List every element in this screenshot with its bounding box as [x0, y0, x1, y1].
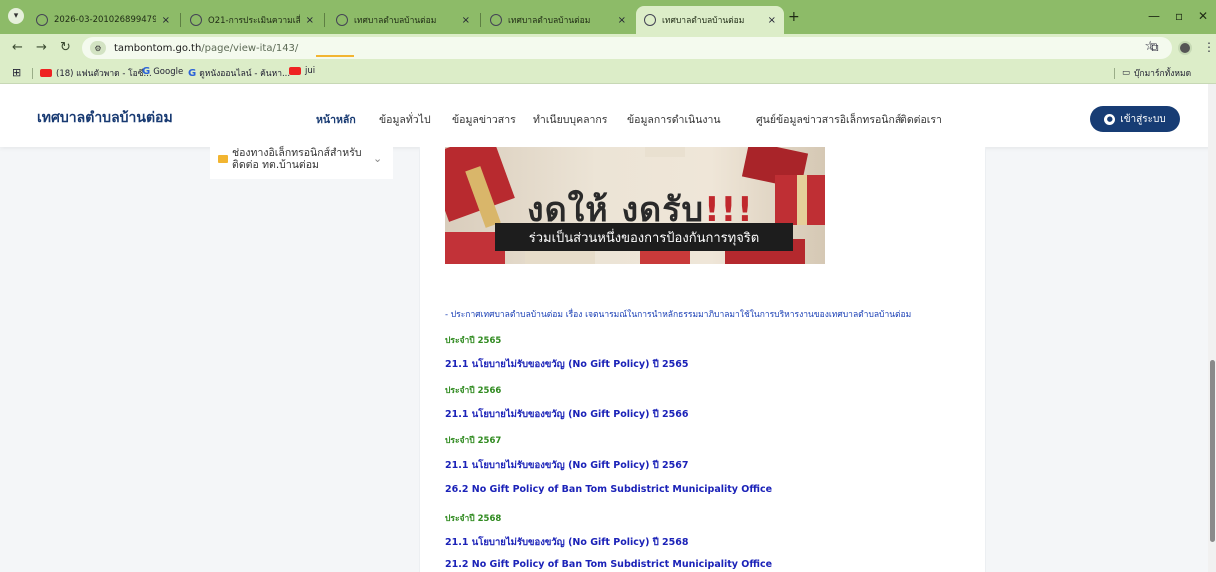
back-button[interactable]: ←: [12, 40, 23, 55]
document-link[interactable]: 26.2 No Gift Policy of Ban Tom Subdistri…: [445, 484, 772, 495]
nav-general-info[interactable]: ข้อมูลทั่วไป: [379, 111, 431, 128]
bookmark-item[interactable]: G Google: [142, 66, 183, 77]
tab-search-icon[interactable]: ▾: [8, 8, 24, 24]
google-icon: G: [142, 66, 151, 77]
nav-contact[interactable]: ติดต่อเรา: [900, 111, 942, 128]
nav-operations[interactable]: ข้อมูลการดำเนินงาน: [627, 111, 721, 128]
restore-button[interactable]: ▫: [1175, 9, 1183, 23]
bookmark-label: (18) แฟนตัวพาด - โอซี...: [56, 69, 152, 79]
nav-news[interactable]: ข้อมูลข่าวสาร: [452, 111, 516, 128]
chevron-down-icon[interactable]: ⌄: [373, 152, 382, 165]
bookmark-label: ดูหนังออนไลน์ - ค้นหา...: [199, 69, 291, 79]
browser-tab-1[interactable]: 2026-03-201026899479.pdf ×: [28, 6, 178, 34]
bookmark-label: jui: [305, 66, 316, 76]
nav-info-center[interactable]: ศูนย์ข้อมูลข่าวสารอิเล็กทรอนิกส์: [756, 111, 901, 128]
bookmark-divider: [32, 68, 33, 79]
close-icon[interactable]: ×: [462, 15, 470, 26]
site-brand[interactable]: เทศบาลตำบลบ้านต่อม: [37, 107, 173, 129]
document-link[interactable]: 21.1 นโยบายไม่รับของขวัญ (No Gift Policy…: [445, 535, 689, 550]
year-heading: ประจำปี 2565: [445, 336, 502, 346]
all-bookmarks-button[interactable]: ▭ บุ๊กมาร์กทั้งหมด: [1122, 66, 1191, 80]
browser-tab-2[interactable]: O21-การประเมินความเสี่ยงการทุจริต ×: [182, 6, 322, 34]
site-header: เทศบาลตำบลบ้านต่อม หน้าหลัก ข้อมูลทั่วไป…: [0, 84, 1216, 147]
globe-icon: [490, 14, 502, 26]
user-icon: ●: [1104, 113, 1116, 125]
new-tab-button[interactable]: +: [788, 9, 800, 25]
no-gift-banner: งดให้ งดรับ!!! ร่วมเป็นส่วนหนึ่งของการป้…: [445, 147, 825, 264]
browser-tab-4[interactable]: เทศบาลตำบลบ้านต่อม ×: [482, 6, 634, 34]
banner-subtitle: ร่วมเป็นส่วนหนึ่งของการป้องกันการทุจริต: [495, 223, 793, 251]
login-label: เข้าสู่ระบบ: [1120, 113, 1166, 125]
extensions-icon[interactable]: ⧉: [1150, 40, 1159, 55]
ribbon-image: [797, 175, 807, 225]
bookmarks-bar: ⊞ (18) แฟนตัวพาด - โอซี... G Google G ดู…: [0, 62, 1216, 84]
browser-toolbar: ← → ↻ ⚙ tambontom.go.th/page/view-ita/14…: [0, 34, 1216, 62]
window-close-button[interactable]: ✕: [1198, 9, 1208, 23]
site-info-icon[interactable]: ⚙: [90, 41, 106, 55]
close-icon[interactable]: ×: [306, 15, 314, 26]
close-icon[interactable]: ×: [768, 15, 776, 26]
tab-divider: [324, 13, 325, 27]
url-host: tambontom.go.th: [114, 42, 202, 54]
announcement-link[interactable]: - ประกาศเทศบาลตำบลบ้านต่อม เรื่อง เจตนาร…: [445, 307, 911, 321]
year-heading: ประจำปี 2566: [445, 386, 502, 396]
tab-divider: [180, 13, 181, 27]
apps-grid-icon[interactable]: ⊞: [12, 66, 21, 79]
document-link[interactable]: 21.2 No Gift Policy of Ban Tom Subdistri…: [445, 559, 772, 570]
tab-divider: [480, 13, 481, 27]
document-link[interactable]: 21.1 นโยบายไม่รับของขวัญ (No Gift Policy…: [445, 407, 689, 422]
folder-icon: ▭: [1122, 68, 1131, 78]
page-scrollbar-thumb[interactable]: [1210, 360, 1215, 542]
sidebar-item-label: ช่องทางอิเล็กทรอนิกส์สำหรับติดต่อ ทต.บ้า…: [232, 147, 362, 171]
browser-tab-strip: ▾ 2026-03-201026899479.pdf × O21-การประเ…: [0, 0, 1216, 34]
url-text: tambontom.go.th/page/view-ita/143/: [114, 43, 298, 54]
sidebar-menu-item[interactable]: ช่องทางอิเล็กทรอนิกส์สำหรับติดต่อ ทต.บ้า…: [210, 147, 393, 179]
browser-menu-icon[interactable]: ⋮: [1203, 40, 1215, 54]
minimize-button[interactable]: —: [1148, 9, 1160, 23]
browser-tab-3[interactable]: เทศบาลตำบลบ้านต่อม ×: [328, 6, 478, 34]
reload-button[interactable]: ↻: [60, 40, 71, 55]
globe-icon: [644, 14, 656, 26]
gift-box-image: [645, 147, 685, 157]
bookmark-item[interactable]: (18) แฟนตัวพาด - โอซี...: [40, 66, 152, 80]
login-button[interactable]: ● เข้าสู่ระบบ: [1090, 106, 1180, 132]
globe-icon: [36, 14, 48, 26]
year-heading: ประจำปี 2568: [445, 514, 502, 524]
nav-personnel[interactable]: ทำเนียบบุคลากร: [533, 111, 607, 128]
tab-title: เทศบาลตำบลบ้านต่อม: [354, 16, 437, 26]
forward-button[interactable]: →: [36, 40, 47, 55]
bookmark-item[interactable]: jui: [289, 66, 315, 76]
tab-title: เทศบาลตำบลบ้านต่อม: [508, 16, 591, 26]
close-icon[interactable]: ×: [618, 15, 626, 26]
bookmark-divider: [1114, 68, 1115, 79]
profile-avatar[interactable]: [1178, 41, 1192, 55]
folder-icon: [218, 155, 228, 163]
tab-title: 2026-03-201026899479.pdf: [54, 15, 156, 25]
active-nav-indicator: [316, 55, 354, 57]
youtube-icon: [40, 69, 52, 77]
document-link[interactable]: 21.1 นโยบายไม่รับของขวัญ (No Gift Policy…: [445, 357, 689, 372]
browser-tab-active[interactable]: เทศบาลตำบลบ้านต่อม ×: [636, 6, 784, 34]
google-icon: G: [188, 67, 197, 79]
year-heading: ประจำปี 2567: [445, 436, 502, 446]
document-link[interactable]: 21.1 นโยบายไม่รับของขวัญ (No Gift Policy…: [445, 458, 689, 473]
close-icon[interactable]: ×: [162, 15, 170, 26]
nav-home[interactable]: หน้าหลัก: [316, 111, 356, 128]
all-bookmarks-label: บุ๊กมาร์กทั้งหมด: [1134, 69, 1192, 79]
tab-title: เทศบาลตำบลบ้านต่อม: [662, 16, 745, 26]
youtube-icon: [289, 67, 301, 75]
address-bar[interactable]: ⚙ tambontom.go.th/page/view-ita/143/: [82, 37, 1172, 59]
bookmark-label: Google: [153, 66, 184, 77]
loading-icon: [336, 14, 348, 26]
url-path: /page/view-ita/143/: [201, 42, 299, 54]
globe-icon: [190, 14, 202, 26]
tab-title: O21-การประเมินความเสี่ยงการทุจริต: [208, 16, 300, 26]
bookmark-item[interactable]: G ดูหนังออนไลน์ - ค้นหา...: [188, 66, 290, 80]
